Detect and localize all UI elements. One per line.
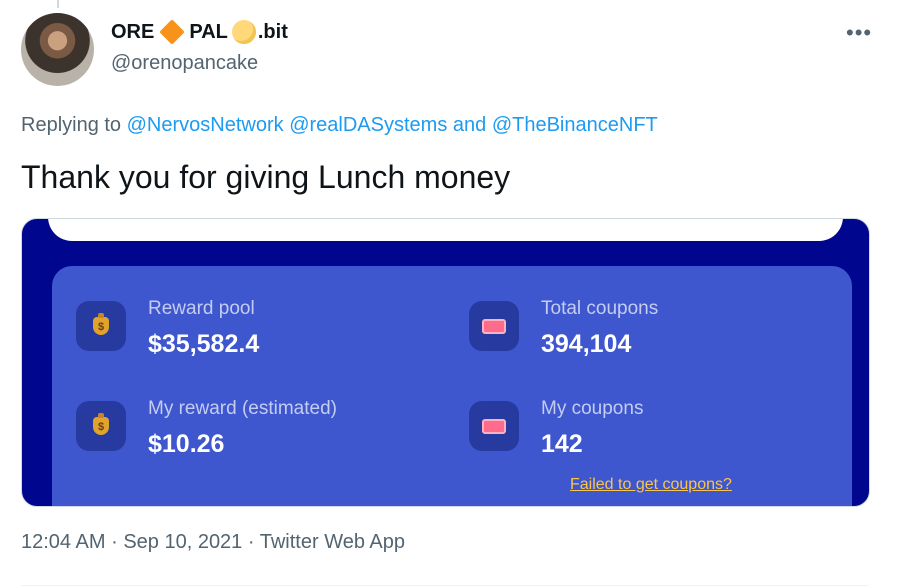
display-name-suffix: .bit — [257, 20, 288, 43]
replying-and[interactable]: and — [453, 114, 486, 136]
tweet-meta: 12:04 AM · Sep 10, 2021 · Twitter Web Ap… — [21, 531, 405, 554]
replying-to: Replying to @NervosNetwork @realDASystem… — [21, 114, 658, 137]
full-moon-icon — [231, 20, 256, 44]
thread-connector-line — [57, 0, 59, 8]
divider — [21, 585, 868, 586]
tweet-media-image[interactable]: $ Reward pool $35,582.4 Total coupons 39… — [21, 218, 870, 507]
display-name-part2: PAL — [189, 20, 228, 43]
money-bag-icon: $ — [76, 401, 126, 451]
stat-value: $35,582.4 — [148, 330, 260, 358]
replying-prefix: Replying to — [21, 114, 122, 136]
tweet-date[interactable]: Sep 10, 2021 — [123, 531, 242, 553]
mention-realdasystems[interactable]: @realDASystems — [289, 114, 447, 136]
stat-label: Total coupons — [541, 298, 659, 319]
stat-value: $10.26 — [148, 430, 225, 458]
failed-coupons-link[interactable]: Failed to get coupons? — [570, 476, 732, 494]
tweet-time[interactable]: 12:04 AM — [21, 531, 106, 553]
ticket-icon — [469, 301, 519, 351]
stat-label: My coupons — [541, 398, 644, 419]
mention-thebinancenft[interactable]: @TheBinanceNFT — [492, 114, 658, 136]
tweet-text: Thank you for giving Lunch money — [21, 159, 511, 195]
stat-value: 394,104 — [541, 330, 632, 358]
ticket-icon — [469, 401, 519, 451]
media-top-panel — [48, 219, 843, 241]
mention-nervosnetwork[interactable]: @NervosNetwork — [127, 114, 284, 136]
stat-value: 142 — [541, 430, 583, 458]
avatar[interactable] — [21, 13, 94, 86]
meta-separator: · — [247, 531, 255, 553]
money-bag-icon: $ — [76, 301, 126, 351]
more-dots-icon: ••• — [846, 20, 873, 45]
orange-diamond-icon — [159, 19, 186, 45]
stats-card: $ Reward pool $35,582.4 Total coupons 39… — [52, 266, 852, 506]
more-options-button[interactable]: ••• — [846, 20, 872, 46]
display-name-part1: ORE — [111, 20, 155, 43]
user-handle[interactable]: @orenopancake — [111, 52, 258, 75]
meta-separator: · — [111, 531, 118, 553]
stat-label: My reward (estimated) — [148, 398, 337, 419]
stat-label: Reward pool — [148, 298, 255, 319]
display-name[interactable]: ORE PAL .bit — [111, 19, 288, 45]
tweet-source[interactable]: Twitter Web App — [260, 531, 405, 553]
